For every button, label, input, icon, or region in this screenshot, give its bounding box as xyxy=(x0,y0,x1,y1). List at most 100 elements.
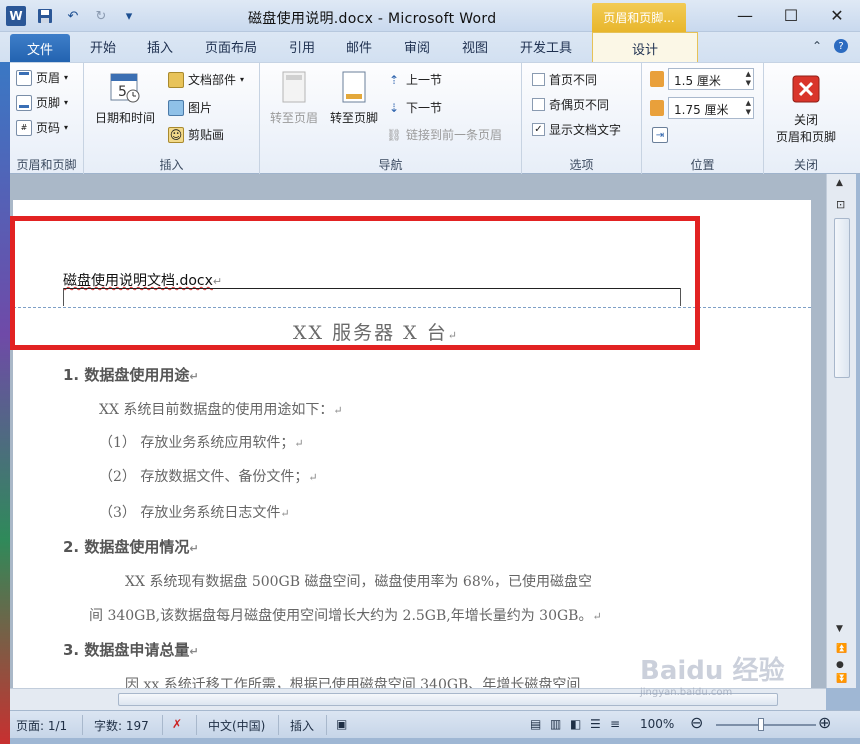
document-area: 磁盘使用说明文档.docx↵ XX 服务器 X 台↵ 1. 数据盘使用用途↵ X… xyxy=(10,174,826,688)
prev-page-icon[interactable]: ⏫ xyxy=(836,644,847,654)
picture-icon xyxy=(168,99,184,116)
context-tab-title: 页眉和页脚... xyxy=(592,3,686,32)
group-insert: 5 日期和时间 文档部件 ▾ 图片 ☺ 剪贴画 插入 xyxy=(84,63,260,175)
scroll-down-icon[interactable]: ▼ xyxy=(836,624,843,634)
zoom-level[interactable]: 100% xyxy=(640,717,674,731)
redo-icon[interactable]: ↻ xyxy=(92,7,110,25)
group-label-header-footer: 页眉和页脚 xyxy=(16,158,77,172)
group-label-close: 关闭 xyxy=(793,158,818,172)
group-navigation: 转至页眉 转至页脚 ⇡ 上一节 ⇣ 下一节 ⛓ 链接到前一条页眉 导航 xyxy=(260,63,522,175)
proofing-error-icon[interactable]: ✗ xyxy=(172,717,182,731)
prev-section-icon: ⇡ xyxy=(388,72,400,87)
group-header-footer: 页眉 ▾ 页脚 ▾ # 页码 ▾ 页眉和页脚 xyxy=(10,63,84,175)
list-item-2: （2） 存放数据文件、备份文件；↵ xyxy=(99,469,318,485)
next-section-icon: ⇣ xyxy=(388,100,400,115)
odd-even-diff-option[interactable]: 奇偶页不同 xyxy=(532,96,609,113)
goto-header-button[interactable]: 转至页眉 xyxy=(264,69,324,126)
group-label-navigation: 导航 xyxy=(378,158,403,172)
header-position-input[interactable]: 1.5 厘米 ▲ ▼ xyxy=(668,68,754,90)
insert-align-tab-button[interactable]: ⇥ xyxy=(652,127,668,143)
close-red-x-icon xyxy=(789,71,823,107)
footer-position-spinner[interactable]: ▲ ▼ xyxy=(746,99,751,117)
doc-parts-button[interactable]: 文档部件 ▾ xyxy=(168,71,244,88)
customize-qat-icon[interactable]: ▾ xyxy=(120,7,138,25)
first-page-diff-option[interactable]: 首页不同 xyxy=(532,71,597,88)
group-position: 1.5 厘米 ▲ ▼ 1.75 厘米 ▲ ▼ ⇥ 位置 xyxy=(642,63,764,175)
browse-object-icon[interactable]: ● xyxy=(836,660,844,670)
goto-footer-button[interactable]: 转至页脚 xyxy=(324,69,384,126)
header-button[interactable]: 页眉 ▾ xyxy=(16,69,68,86)
zoom-in-icon[interactable]: ⊕ xyxy=(818,713,831,732)
tab-mailings[interactable]: 邮件 xyxy=(346,37,372,56)
outline-view-icon[interactable]: ☰ xyxy=(590,717,601,731)
save-icon[interactable] xyxy=(36,7,54,25)
group-label-insert: 插入 xyxy=(159,158,184,172)
paragraph-1: XX 系统目前数据盘的使用用途如下：↵ xyxy=(99,402,343,418)
date-time-button[interactable]: 5 日期和时间 xyxy=(90,69,160,126)
header-position-spinner[interactable]: ▲ ▼ xyxy=(746,70,751,88)
draft-view-icon[interactable]: ≡ xyxy=(610,717,620,731)
web-layout-view-icon[interactable]: ◧ xyxy=(570,717,581,731)
list-item-1: （1） 存放业务系统应用软件；↵ xyxy=(99,435,304,451)
status-language[interactable]: 中文(中国) xyxy=(208,717,265,734)
status-page[interactable]: 页面: 1/1 xyxy=(16,717,67,734)
page-number-icon: # xyxy=(16,119,32,136)
tab-view[interactable]: 视图 xyxy=(462,37,488,56)
ribbon-tabs: 文件 开始 插入 页面布局 引用 邮件 审阅 视图 开发工具 设计 ⌃ ? xyxy=(0,32,860,62)
close-header-footer-button[interactable]: 关闭 页眉和页脚 xyxy=(766,71,846,145)
svg-text:5: 5 xyxy=(118,84,127,100)
full-screen-view-icon[interactable]: ▥ xyxy=(550,717,561,731)
window-title: 磁盘使用说明.docx - Microsoft Word xyxy=(248,11,497,27)
zoom-slider[interactable] xyxy=(716,724,816,726)
next-page-icon[interactable]: ⏬ xyxy=(836,674,847,684)
scroll-up-icon[interactable]: ▲ xyxy=(836,178,843,188)
footer-position-input[interactable]: 1.75 厘米 ▲ ▼ xyxy=(668,97,754,119)
minimize-button[interactable]: — xyxy=(722,0,768,31)
tab-references[interactable]: 引用 xyxy=(289,37,315,56)
clipart-button[interactable]: ☺ 剪贴画 xyxy=(168,126,224,143)
first-page-diff-checkbox[interactable] xyxy=(532,73,545,86)
show-doc-text-option[interactable]: ✓ 显示文档文字 xyxy=(532,121,621,138)
group-label-options: 选项 xyxy=(569,158,594,172)
zoom-out-icon[interactable]: ⊖ xyxy=(690,713,703,732)
status-word-count[interactable]: 字数: 197 xyxy=(94,717,149,734)
collapse-ribbon-icon[interactable]: ⌃ xyxy=(812,39,822,53)
paragraph-2-line-2: 间 340GB,该数据盘每月磁盘使用空间增长大约为 2.5GB,年增长量约为 3… xyxy=(89,608,602,624)
tab-page-layout[interactable]: 页面布局 xyxy=(205,37,257,56)
zoom-slider-handle[interactable] xyxy=(758,718,764,731)
footer-button[interactable]: 页脚 ▾ xyxy=(16,94,68,111)
tab-design[interactable]: 设计 xyxy=(592,32,698,62)
footer-position-control: 1.75 厘米 ▲ ▼ xyxy=(650,97,754,119)
undo-icon[interactable]: ↶ xyxy=(64,7,82,25)
highlight-box xyxy=(10,216,700,350)
list-item-3: （3） 存放业务系统日志文件↵ xyxy=(99,505,290,521)
tab-home[interactable]: 开始 xyxy=(90,37,116,56)
help-icon[interactable]: ? xyxy=(834,39,848,53)
maximize-button[interactable]: ☐ xyxy=(768,0,814,31)
status-bar: 页面: 1/1 字数: 197 ✗ 中文(中国) 插入 ▣ ▤ ▥ ◧ ☰ ≡ … xyxy=(10,710,860,738)
picture-button[interactable]: 图片 xyxy=(168,99,212,116)
ruler-toggle-icon[interactable]: ⊡ xyxy=(836,198,845,211)
show-doc-text-checkbox[interactable]: ✓ xyxy=(532,123,545,136)
word-app-icon[interactable]: W xyxy=(6,6,26,26)
link-icon: ⛓ xyxy=(386,127,402,142)
odd-even-diff-checkbox[interactable] xyxy=(532,98,545,111)
tab-review[interactable]: 审阅 xyxy=(404,37,430,56)
vertical-scrollbar[interactable]: ▲ ⊡ ▼ ⏫ ● ⏬ xyxy=(826,174,856,688)
page-number-button[interactable]: # 页码 ▾ xyxy=(16,119,68,136)
paragraph-3-line-1: 因 xx 系统迁移工作所需，根据已使用磁盘空间 340GB、年增长磁盘空间 xyxy=(125,677,581,688)
tab-developer[interactable]: 开发工具 xyxy=(520,37,572,56)
goto-header-icon xyxy=(277,69,311,105)
print-layout-view-icon[interactable]: ▤ xyxy=(530,717,541,731)
status-insert-mode[interactable]: 插入 xyxy=(290,717,314,734)
next-section-button[interactable]: ⇣ 下一节 xyxy=(386,99,442,116)
goto-footer-icon xyxy=(337,69,371,105)
link-previous-button[interactable]: ⛓ 链接到前一条页眉 xyxy=(386,126,502,143)
macro-record-icon[interactable]: ▣ xyxy=(336,717,347,731)
heading-1: 1. 数据盘使用用途↵ xyxy=(63,366,199,384)
tab-insert[interactable]: 插入 xyxy=(147,37,173,56)
vertical-scroll-thumb[interactable] xyxy=(834,218,850,378)
tab-file[interactable]: 文件 xyxy=(10,34,70,62)
close-window-button[interactable]: ✕ xyxy=(814,0,860,31)
prev-section-button[interactable]: ⇡ 上一节 xyxy=(386,71,442,88)
